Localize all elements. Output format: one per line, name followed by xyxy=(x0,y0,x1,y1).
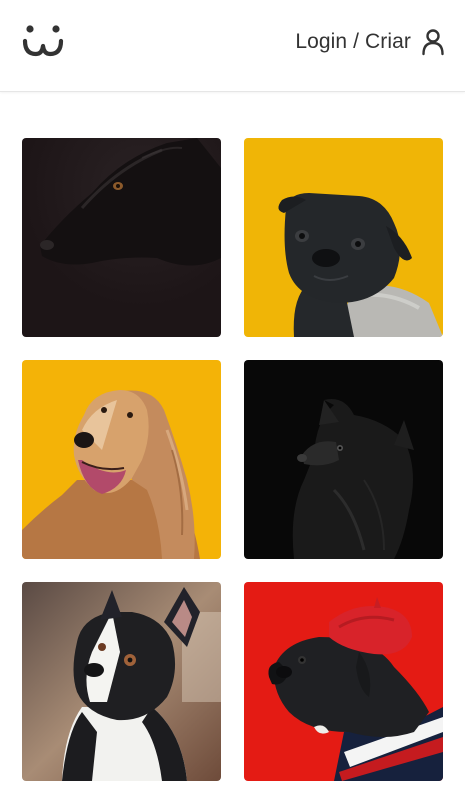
photo-black-dog xyxy=(22,138,221,337)
login-create-label: Login / Criar xyxy=(295,30,411,53)
photo-card-boston-terrier[interactable] xyxy=(22,582,221,781)
photo-afghan-hound xyxy=(22,360,221,559)
site-header: Login / Criar xyxy=(0,0,465,92)
photo-black-fluffy-dog xyxy=(244,360,443,559)
photo-pug-beret xyxy=(244,582,443,781)
photo-pug-sweater xyxy=(244,138,443,337)
photo-card-pug-beret[interactable] xyxy=(244,582,443,781)
photo-card-black-fluffy-dog[interactable] xyxy=(244,360,443,559)
photo-card-afghan-hound[interactable] xyxy=(22,360,221,559)
login-create-link[interactable]: Login / Criar xyxy=(295,28,445,56)
dog-face-logo-icon[interactable] xyxy=(22,24,64,60)
photo-card-pug-sweater[interactable] xyxy=(244,138,443,337)
user-icon xyxy=(422,29,444,56)
photo-boston-terrier xyxy=(22,582,221,781)
photo-feed xyxy=(22,138,443,781)
photo-card-black-dog[interactable] xyxy=(22,138,221,337)
